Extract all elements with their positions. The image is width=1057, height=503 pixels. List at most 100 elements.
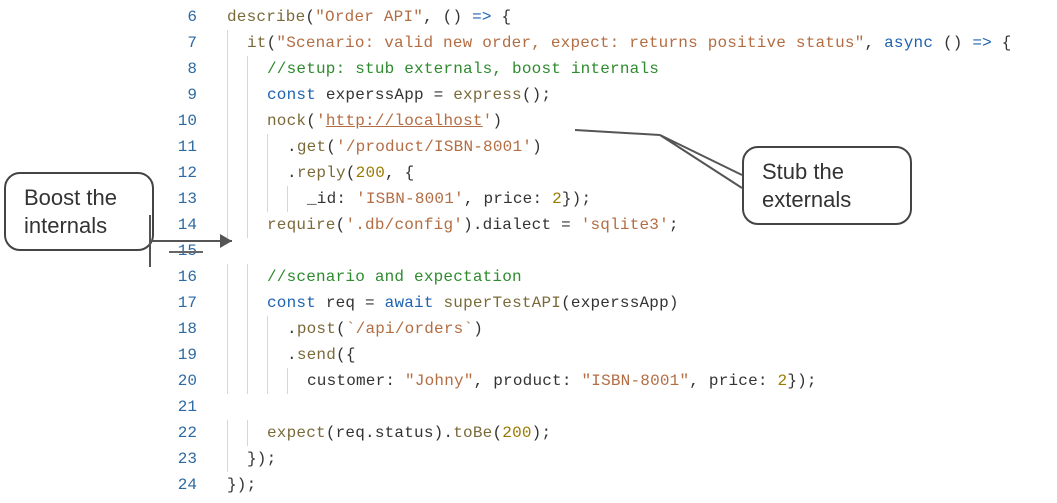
code-line: 14 require('.db/config').dialect = 'sqlit…: [165, 212, 1057, 238]
token: //scenario and expectation: [267, 268, 522, 286]
code-content: const req = await superTestAPI(experssAp…: [227, 294, 679, 312]
token: ;: [669, 216, 679, 234]
line-number: 11: [165, 138, 205, 156]
code-content: .get('/product/ISBN-8001'): [227, 138, 542, 156]
code-line: 20 customer: "Johny", product: "ISBN-8001…: [165, 368, 1057, 394]
token: (: [305, 8, 315, 26]
code-content: nock('http://localhost'): [227, 112, 502, 130]
code-editor: 6describe("Order API", () => {7it("Scena…: [165, 4, 1057, 498]
token: );: [532, 424, 552, 442]
token: ): [532, 138, 542, 156]
code-content: .post(`/api/orders`): [227, 320, 483, 338]
line-number: 14: [165, 216, 205, 234]
code-line: 9 const experssApp = express();: [165, 82, 1057, 108]
callout-externals-line2: externals: [762, 186, 892, 214]
token: {: [992, 34, 1012, 52]
code-content: .reply(200, {: [227, 164, 414, 182]
token: it: [247, 34, 267, 52]
code-line: 22expect(req.status).toBe(200);: [165, 420, 1057, 446]
token: (): [933, 34, 972, 52]
token: const: [267, 86, 316, 104]
token: '.db/config': [345, 216, 463, 234]
token: });: [562, 190, 591, 208]
line-number: 9: [165, 86, 205, 104]
token: =>: [972, 34, 992, 52]
token: "Johny": [405, 372, 474, 390]
token: (: [336, 216, 346, 234]
line-number: 7: [165, 34, 205, 52]
code-line: 23});: [165, 446, 1057, 472]
token: .: [287, 138, 297, 156]
token: describe: [227, 8, 305, 26]
line-number: 23: [165, 450, 205, 468]
token: "ISBN-8001": [581, 372, 689, 390]
token: (req.status).: [326, 424, 453, 442]
line-number: 13: [165, 190, 205, 208]
code-line: 10 nock('http://localhost'): [165, 108, 1057, 134]
token: send: [297, 346, 336, 364]
token: (: [336, 320, 346, 338]
code-line: 19.send({: [165, 342, 1057, 368]
token: const: [267, 294, 316, 312]
token: "Order API": [315, 8, 423, 26]
line-number: 6: [165, 8, 205, 26]
callout-internals-line2: internals: [24, 212, 134, 240]
code-line: 6 describe("Order API", () => {: [165, 4, 1057, 30]
callout-externals: Stub the externals: [742, 146, 912, 225]
token: .: [287, 164, 297, 182]
token: //setup: stub externals, boost internals: [267, 60, 659, 78]
token: 2: [552, 190, 562, 208]
token: ': [316, 112, 326, 130]
token: 'ISBN-8001': [356, 190, 464, 208]
line-number: 22: [165, 424, 205, 442]
token: (: [326, 138, 336, 156]
token: nock: [267, 112, 306, 130]
code-line: 21: [165, 394, 1057, 420]
code-line: 16 //scenario and expectation: [165, 264, 1057, 290]
token: 2: [778, 372, 788, 390]
token: =>: [472, 8, 492, 26]
line-number: 18: [165, 320, 205, 338]
code-line: 12 .reply(200, {: [165, 160, 1057, 186]
code-content: });: [227, 476, 256, 494]
token: toBe: [453, 424, 492, 442]
token: '/product/ISBN-8001': [336, 138, 532, 156]
token: .: [287, 320, 297, 338]
code-line: 15: [165, 238, 1057, 264]
code-line: 24});: [165, 472, 1057, 498]
token: customer:: [307, 372, 405, 390]
token: reply: [297, 164, 346, 182]
callout-internals-line1: Boost the: [24, 184, 134, 212]
token: _id:: [307, 190, 356, 208]
token: get: [297, 138, 326, 156]
token: , product:: [474, 372, 582, 390]
token: ({: [336, 346, 356, 364]
token: expect: [267, 424, 326, 442]
code-line: 11.get('/product/ISBN-8001'): [165, 134, 1057, 160]
code-content: const experssApp = express();: [227, 86, 551, 104]
token: (: [267, 34, 277, 52]
token: , price:: [464, 190, 552, 208]
token: req =: [316, 294, 385, 312]
code-content: it("Scenario: valid new order, expect: r…: [227, 34, 1012, 52]
token: 'sqlite3': [581, 216, 669, 234]
code-content: expect(req.status).toBe(200);: [227, 424, 551, 442]
token: (: [492, 424, 502, 442]
code-content: });: [227, 450, 276, 468]
token: express: [453, 86, 522, 104]
token: [434, 294, 444, 312]
token: });: [787, 372, 816, 390]
token: , {: [385, 164, 414, 182]
line-number: 10: [165, 112, 205, 130]
line-number: 12: [165, 164, 205, 182]
token: , (): [423, 8, 472, 26]
line-number: 16: [165, 268, 205, 286]
code-line: 8//setup: stub externals, boost internal…: [165, 56, 1057, 82]
line-number: 20: [165, 372, 205, 390]
token: {: [492, 8, 512, 26]
token: ).dialect =: [463, 216, 581, 234]
token: await: [385, 294, 434, 312]
code-line: 7 it("Scenario: valid new order, expect: …: [165, 30, 1057, 56]
token: ': [483, 112, 493, 130]
token: require: [267, 216, 336, 234]
